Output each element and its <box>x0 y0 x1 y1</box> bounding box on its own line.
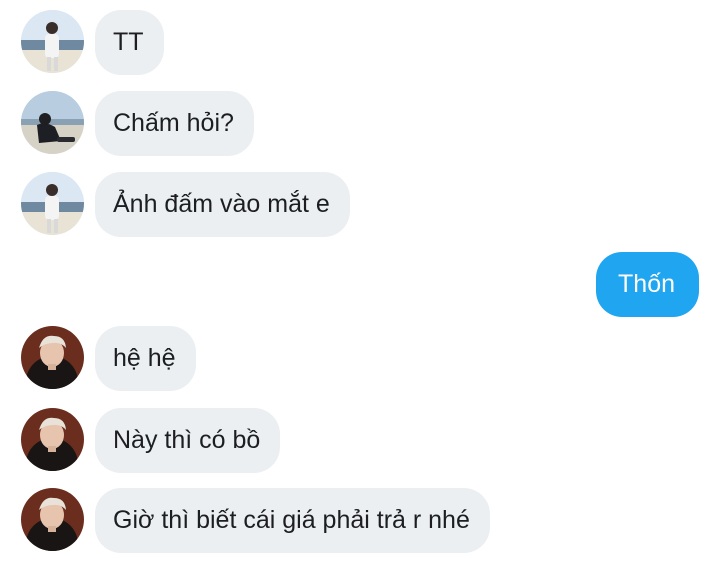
avatar[interactable] <box>21 408 84 471</box>
avatar[interactable] <box>21 172 84 235</box>
avatar-photo-sitting <box>21 91 84 154</box>
avatar[interactable] <box>21 10 84 73</box>
avatar[interactable] <box>21 91 84 154</box>
avatar-photo-portrait <box>21 408 84 471</box>
incoming-message-bubble[interactable]: Này thì có bồ <box>95 408 281 473</box>
outgoing-message-bubble[interactable]: Thốn <box>596 252 699 317</box>
chat-thread: TT Chấm hỏi? Ảnh đấm vào mắt e Thốn hệ h… <box>0 0 720 564</box>
incoming-message-bubble[interactable]: Giờ thì biết cái giá phải trả r nhé <box>95 488 490 553</box>
avatar-photo-portrait <box>21 326 84 389</box>
avatar[interactable] <box>21 326 84 389</box>
incoming-message-bubble[interactable]: TT <box>95 10 164 75</box>
incoming-message-bubble[interactable]: Chấm hỏi? <box>95 91 254 156</box>
incoming-message-bubble[interactable]: hệ hệ <box>95 326 196 391</box>
avatar[interactable] <box>21 488 84 551</box>
avatar-photo-beach <box>21 10 84 73</box>
avatar-photo-portrait <box>21 488 84 551</box>
avatar-photo-beach <box>21 172 84 235</box>
incoming-message-bubble[interactable]: Ảnh đấm vào mắt e <box>95 172 350 237</box>
